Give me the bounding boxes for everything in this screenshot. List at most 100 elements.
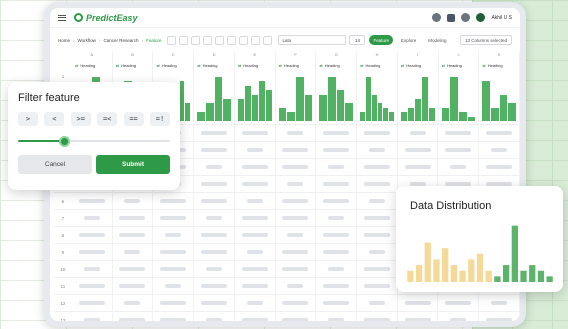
table-cell[interactable] [72,210,113,226]
column-heading[interactable]: ⇄ Heading [153,60,195,70]
search-icon[interactable] [432,13,442,22]
table-cell[interactable] [235,125,276,141]
table-cell[interactable] [113,227,154,243]
table-cell[interactable] [276,159,317,175]
copy-icon[interactable] [227,35,237,45]
table-cell[interactable] [194,261,235,277]
operator-lte-button[interactable]: =< [97,112,118,126]
table-cell[interactable] [357,312,398,321]
table-cell[interactable] [276,261,317,277]
table-cell[interactable] [316,278,358,294]
table-cell[interactable] [153,278,195,294]
table-cell[interactable] [235,312,276,321]
table-cell[interactable] [153,193,195,209]
table-cell[interactable] [113,312,154,321]
column-letter[interactable]: H [357,52,398,60]
table-cell[interactable] [235,295,276,311]
column-letter[interactable]: I [398,52,439,60]
table-cell[interactable] [194,312,235,321]
redo-icon[interactable] [191,35,201,45]
operator-lt-button[interactable]: < [44,112,65,126]
table-cell[interactable] [235,278,276,294]
column-heading[interactable]: ⇄ Heading [398,60,439,70]
table-cell[interactable] [72,227,113,243]
table-cell[interactable] [398,125,439,141]
breadcrumb-workflow[interactable]: Workflow [78,38,96,43]
filter-icon[interactable] [167,35,177,45]
operator-gte-button[interactable]: >= [70,112,91,126]
table-cell[interactable] [194,210,235,226]
link-icon[interactable] [239,35,249,45]
threshold-slider[interactable] [18,136,170,147]
column-heading[interactable]: ⇄ Heading [113,60,154,70]
table-cell[interactable] [357,244,398,260]
table-cell[interactable] [113,210,154,226]
table-cell[interactable] [276,193,317,209]
table-cell[interactable] [72,244,113,260]
column-heading[interactable]: ⇄ Heading [316,60,358,70]
column-letter[interactable]: C [153,52,195,60]
column-heading[interactable]: ⇄ Heading [194,60,235,70]
table-cell[interactable] [153,244,195,260]
table-cell[interactable] [316,295,358,311]
table-cell[interactable] [316,244,358,260]
table-cell[interactable] [357,295,398,311]
table-cell[interactable] [316,312,358,321]
tab-modeling[interactable]: Modeling [424,35,450,45]
table-cell[interactable] [113,193,154,209]
table-cell[interactable] [357,125,398,141]
table-cell[interactable] [72,261,113,277]
table-cell[interactable] [316,125,358,141]
table-cell[interactable] [72,295,113,311]
table-cell[interactable] [194,125,235,141]
table-cell[interactable] [276,142,317,158]
table-cell[interactable] [194,227,235,243]
table-cell[interactable] [316,176,358,192]
font-select[interactable]: Lato [278,35,347,45]
table-cell[interactable] [113,261,154,277]
table-cell[interactable] [235,159,276,175]
clock-icon[interactable] [215,35,225,45]
table-cell[interactable] [316,227,358,243]
table-cell[interactable] [479,312,520,321]
column-letter[interactable]: A [72,52,113,60]
table-cell[interactable] [194,278,235,294]
operator-neq-button[interactable]: =! [149,112,170,126]
column-heading[interactable]: ⇄ Heading [235,60,276,70]
table-cell[interactable] [357,193,398,209]
tag-icon[interactable] [203,35,213,45]
breadcrumb-home[interactable]: Home [58,38,70,43]
tab-feature[interactable]: Feature [369,35,393,45]
table-cell[interactable] [113,278,154,294]
breadcrumb-project[interactable]: Cancer Research [103,38,138,43]
table-cell[interactable] [316,261,358,277]
table-cell[interactable] [276,295,317,311]
settings-icon[interactable] [461,13,471,22]
column-letter[interactable]: G [316,52,358,60]
table-cell[interactable] [153,312,195,321]
table-cell[interactable] [72,278,113,294]
column-letter[interactable]: F [276,52,317,60]
column-letter[interactable]: E [235,52,276,60]
table-cell[interactable] [398,159,439,175]
table-cell[interactable] [276,125,317,141]
table-cell[interactable] [398,295,439,311]
undo-icon[interactable] [179,35,189,45]
table-cell[interactable] [276,227,317,243]
table-cell[interactable] [72,312,113,321]
table-cell[interactable] [479,125,520,141]
table-cell[interactable] [479,295,520,311]
table-cell[interactable] [357,278,398,294]
cancel-button[interactable]: Cancel [18,155,92,174]
table-cell[interactable] [194,295,235,311]
table-cell[interactable] [438,159,480,175]
column-heading[interactable]: ⇄ Heading [439,60,480,70]
table-cell[interactable] [357,227,398,243]
column-heading[interactable]: ⇄ Heading [357,60,398,70]
menu-icon[interactable] [58,14,66,21]
table-cell[interactable] [153,227,195,243]
table-cell[interactable] [113,295,154,311]
table-cell[interactable] [479,159,520,175]
operator-eq-button[interactable]: == [123,112,144,126]
table-cell[interactable] [235,210,276,226]
